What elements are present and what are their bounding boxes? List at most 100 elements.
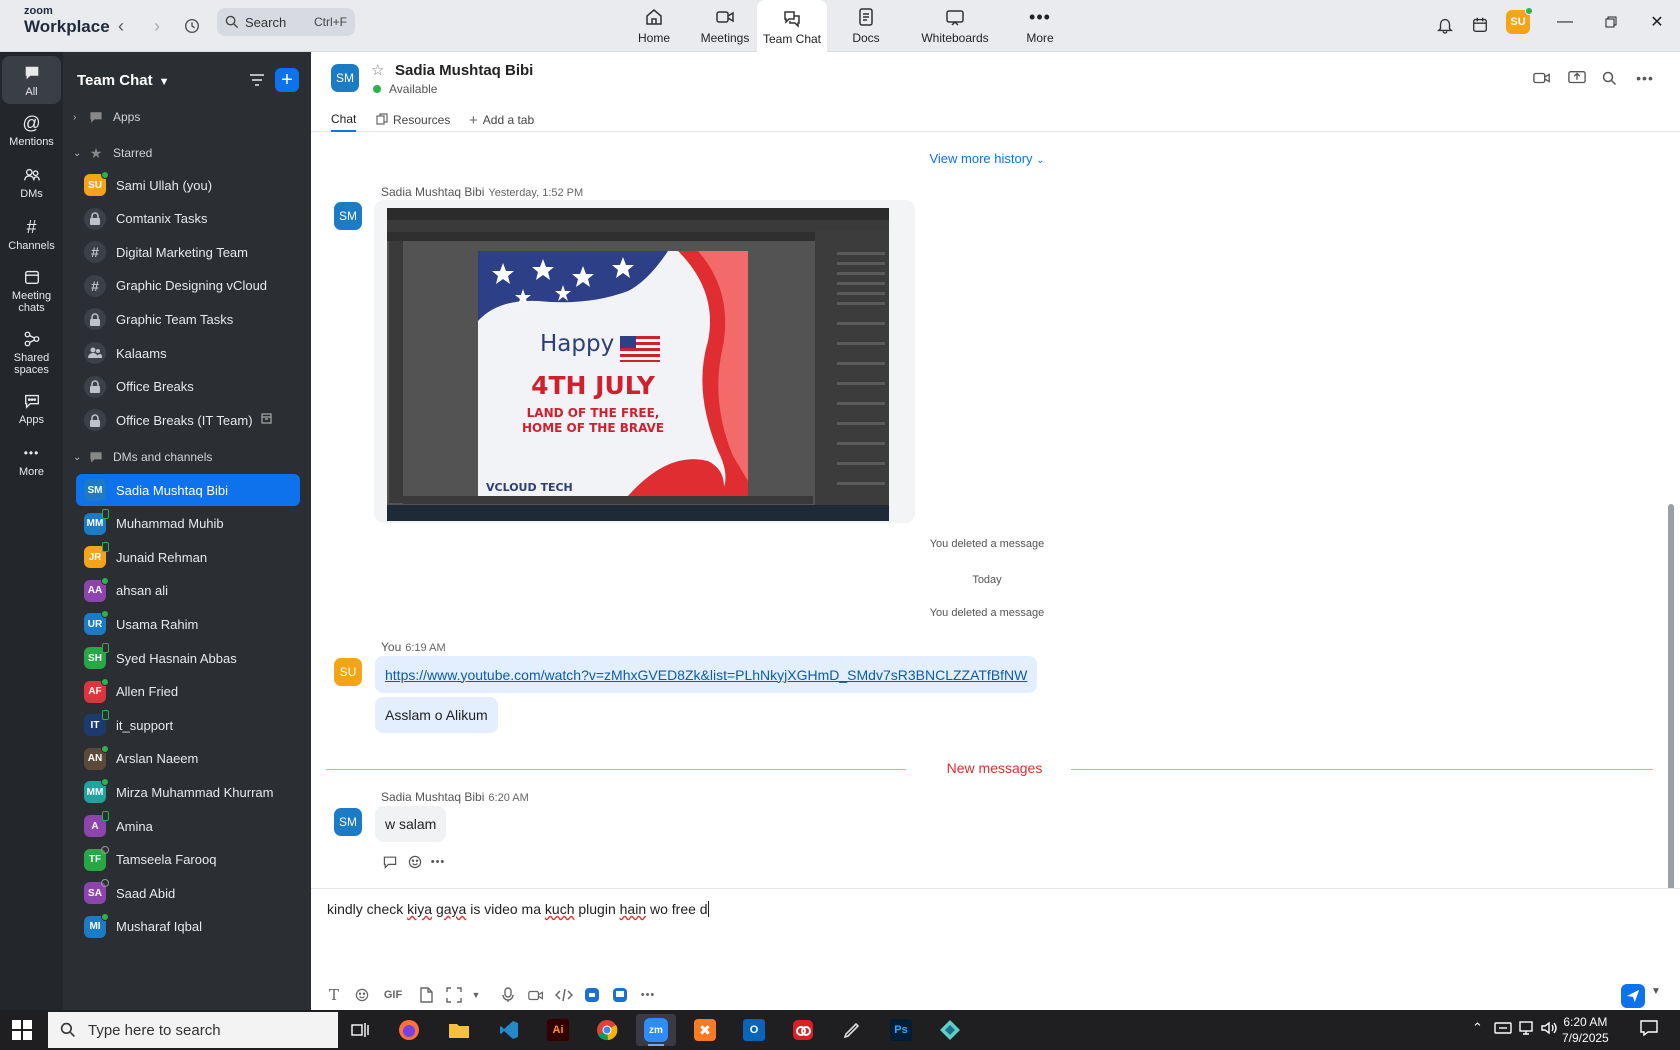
sidebar-item[interactable]: Graphic Team Tasks — [76, 303, 300, 335]
more-options-icon[interactable]: ••• — [428, 852, 448, 872]
rail-channels[interactable]: # Channels — [2, 216, 61, 253]
whiteboard-app-icon[interactable] — [609, 984, 631, 1006]
search-icon[interactable] — [1597, 66, 1621, 90]
forward-arrow-icon[interactable]: › — [143, 12, 171, 40]
rail-all[interactable]: All — [2, 56, 61, 104]
scrollbar-thumb[interactable] — [1668, 504, 1674, 922]
sidebar-item[interactable]: # Digital Marketing Team — [76, 236, 300, 268]
photoshop-screenshot-image[interactable]: Happy 4TH JULY LAND OF THE FREE, HOME OF … — [387, 208, 889, 521]
more-options-icon[interactable]: ••• — [1633, 66, 1657, 90]
minimize-button[interactable]: — — [1543, 8, 1587, 36]
tab-resources[interactable]: Resources — [376, 108, 450, 132]
star-icon[interactable]: ☆ — [371, 61, 384, 79]
dm-item[interactable]: A Amina — [76, 810, 300, 842]
file-explorer-icon[interactable] — [439, 1014, 479, 1046]
youtube-link[interactable]: https://www.youtube.com/watch?v=zMhxGVED… — [385, 667, 1027, 683]
emoji-icon[interactable] — [351, 984, 373, 1006]
tab-meetings[interactable]: Meetings — [692, 0, 758, 52]
rail-shared-spaces[interactable]: Shared spaces — [2, 328, 61, 376]
sidebar-title[interactable]: Team Chat ▼ — [77, 72, 169, 89]
maximize-button[interactable] — [1589, 8, 1633, 36]
video-message-icon[interactable] — [525, 984, 547, 1006]
dm-item[interactable]: SM Sadia Mushtaq Bibi — [76, 474, 300, 506]
chevron-down-icon[interactable]: ▼ — [465, 984, 487, 1006]
dm-item[interactable]: SH Syed Hasnain Abbas — [76, 642, 300, 674]
ethernet-icon[interactable] — [1518, 1020, 1534, 1039]
tab-add[interactable]: + Add a tab — [469, 108, 534, 132]
gif-button[interactable]: GIF — [379, 984, 407, 1006]
dm-item[interactable]: UR Usama Rahim — [76, 608, 300, 640]
chevron-down-icon[interactable]: ▼ — [1651, 986, 1661, 997]
vscode-icon[interactable] — [489, 1014, 529, 1046]
pen-tool-icon[interactable] — [832, 1014, 872, 1046]
photoshop-icon[interactable]: Ps — [881, 1014, 921, 1046]
bell-icon[interactable] — [1432, 12, 1458, 38]
calendar-icon[interactable] — [1467, 12, 1493, 38]
more-options-icon[interactable]: ••• — [637, 984, 659, 1006]
chevron-up-icon[interactable]: ⌃ — [1472, 1020, 1483, 1036]
screen-share-icon[interactable] — [1565, 66, 1589, 90]
scrollbar[interactable] — [1668, 134, 1674, 922]
creative-cloud-icon[interactable] — [783, 1014, 823, 1046]
dm-item[interactable]: JR Junaid Rehman — [76, 541, 300, 573]
message-input[interactable]: kindly check kiya gaya is video ma kuch … — [327, 901, 709, 917]
section-apps[interactable]: › Apps — [73, 106, 140, 128]
tab-whiteboards[interactable]: Whiteboards — [914, 0, 996, 52]
tab-team-chat[interactable]: Team Chat — [757, 0, 827, 53]
sidebar-item[interactable]: Office Breaks (IT Team) — [76, 404, 300, 436]
sidebar-item[interactable]: # Graphic Designing vCloud — [76, 270, 300, 302]
tab-home[interactable]: Home — [624, 0, 684, 52]
dm-item[interactable]: IT it_support — [76, 709, 300, 741]
contact-name[interactable]: Sadia Mushtaq Bibi — [395, 62, 533, 79]
emoji-reaction-icon[interactable] — [405, 852, 425, 872]
sidebar-item[interactable]: Comtanix Tasks — [76, 203, 300, 235]
view-more-history-link[interactable]: View more history ⌄ — [311, 151, 1663, 166]
rail-mentions[interactable]: @ Mentions — [2, 112, 61, 149]
dm-item[interactable]: MI Musharaf Iqbal — [76, 911, 300, 943]
dm-item[interactable]: AF Allen Fried — [76, 676, 300, 708]
task-view-icon[interactable] — [340, 1014, 380, 1046]
xampp-icon[interactable]: ✖ — [685, 1014, 725, 1046]
close-button[interactable]: ✕ — [1635, 8, 1679, 36]
video-call-icon[interactable] — [1530, 66, 1554, 90]
contact-avatar[interactable]: SM — [331, 64, 359, 92]
rail-more[interactable]: ••• More — [2, 442, 61, 479]
sidebar-item[interactable]: SU Sami Ullah (you) — [76, 169, 300, 201]
taskbar-search-input[interactable]: Type here to search — [48, 1012, 338, 1048]
message-bubble[interactable]: https://www.youtube.com/watch?v=zMhxGVED… — [375, 656, 1038, 693]
system-clock[interactable]: 6:20 AM 7/9/2025 — [1562, 1014, 1609, 1046]
dm-item[interactable]: SA Saad Abid — [76, 877, 300, 909]
section-starred[interactable]: ⌄ ★ Starred — [73, 142, 152, 164]
sidebar-item[interactable]: Kalaams — [76, 337, 300, 369]
sidebar-item[interactable]: Office Breaks — [76, 371, 300, 403]
tab-docs[interactable]: Docs — [836, 0, 896, 52]
dm-item[interactable]: TF Tamseela Farooq — [76, 844, 300, 876]
reply-icon[interactable] — [380, 852, 400, 872]
outlook-icon[interactable]: O — [734, 1014, 774, 1046]
tab-more[interactable]: ••• More — [1010, 0, 1070, 52]
message-composer[interactable]: kindly check kiya gaya is video ma kuch … — [311, 888, 1680, 1010]
search-input[interactable]: Search Ctrl+F — [217, 8, 355, 36]
network-status-icon[interactable] — [1494, 1020, 1512, 1039]
chrome-icon[interactable] — [587, 1014, 627, 1046]
history-icon[interactable] — [178, 12, 206, 40]
filter-icon[interactable] — [245, 68, 269, 92]
rail-apps[interactable]: Apps — [2, 390, 61, 427]
illustrator-icon[interactable]: Ai — [538, 1014, 578, 1046]
tab-chat[interactable]: Chat — [331, 108, 357, 132]
back-arrow-icon[interactable]: ‹ — [107, 12, 135, 40]
dm-item[interactable]: AN Arslan Naeem — [76, 743, 300, 775]
rail-meeting-chats[interactable]: Meeting chats — [2, 266, 61, 314]
notification-center-icon[interactable] — [1640, 1020, 1658, 1039]
volume-icon[interactable] — [1540, 1020, 1558, 1039]
app-diamond-icon[interactable] — [930, 1014, 970, 1046]
section-dms[interactable]: ⌄ DMs and channels — [73, 446, 212, 468]
app-icon[interactable] — [581, 984, 603, 1006]
windows-start-icon[interactable] — [12, 1020, 32, 1040]
code-block-icon[interactable] — [553, 984, 575, 1006]
sender-avatar[interactable]: SM — [334, 202, 362, 230]
dm-item[interactable]: MM Mirza Muhammad Khurram — [76, 776, 300, 808]
file-icon[interactable] — [415, 984, 437, 1006]
firefox-icon[interactable] — [389, 1014, 429, 1046]
user-avatar[interactable]: SU — [1506, 7, 1533, 34]
